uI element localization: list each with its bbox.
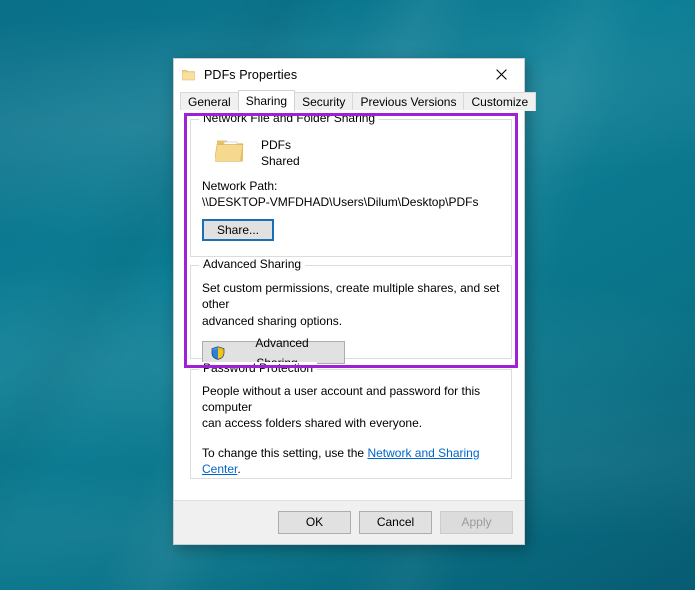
groupbox-content: People without a user account and passwo…: [190, 369, 512, 479]
network-path-label: Network Path:: [202, 179, 278, 193]
network-path-value: \\DESKTOP-VMFDHAD\Users\Dilum\Desktop\PD…: [202, 195, 479, 209]
advanced-sharing-group: Advanced Sharing Set custom permissions,…: [190, 258, 512, 370]
ok-button[interactable]: OK: [278, 511, 351, 534]
shared-folder-row: PDFs Shared: [202, 135, 500, 169]
password-protection-line1: People without a user account and passwo…: [202, 384, 481, 414]
share-info: PDFs Shared: [261, 135, 300, 169]
pdf-folder-icon: [213, 135, 245, 165]
network-file-and-folder-sharing-group: Network File and Folder Sharing PDFs Sha…: [190, 112, 512, 257]
cancel-button[interactable]: Cancel: [359, 511, 432, 534]
share-status: Shared: [261, 154, 300, 168]
password-protection-line3: To change this setting, use the Network …: [202, 445, 500, 477]
properties-dialog: PDFs Properties General Sharing Security…: [173, 58, 537, 545]
tab-general[interactable]: General: [180, 92, 239, 111]
password-protection-line3-prefix: To change this setting, use the: [202, 446, 368, 460]
groupbox-content: PDFs Shared Network Path: \\DESKTOP-VMFD…: [190, 119, 512, 257]
shared-folder-name: PDFs: [261, 138, 291, 152]
uac-shield-icon: [211, 345, 225, 360]
window-title: PDFs Properties: [204, 67, 298, 82]
tab-previous-versions[interactable]: Previous Versions: [352, 92, 465, 111]
apply-button: Apply: [440, 511, 513, 534]
sharing-tab-panel: Network File and Folder Sharing PDFs Sha…: [174, 111, 524, 500]
tab-security[interactable]: Security: [294, 92, 354, 111]
tab-customize[interactable]: Customize: [463, 92, 537, 111]
tab-strip: General Sharing Security Previous Versio…: [174, 90, 537, 111]
dialog-footer: OK Cancel Apply: [174, 500, 524, 544]
share-button[interactable]: Share...: [202, 219, 274, 241]
folder-icon: [182, 69, 195, 81]
tab-sharing[interactable]: Sharing: [237, 90, 296, 111]
advanced-sharing-description-line2: advanced sharing options.: [202, 314, 343, 328]
close-icon[interactable]: [479, 59, 524, 90]
groupbox-content: Set custom permissions, create multiple …: [190, 265, 512, 370]
advanced-sharing-description-line1: Set custom permissions, create multiple …: [202, 281, 500, 311]
title-bar: PDFs Properties: [174, 59, 524, 90]
password-protection-line2: can access folders shared with everyone.: [202, 416, 423, 430]
password-protection-group: Password Protection People without a use…: [190, 362, 512, 479]
password-protection-line3-suffix: .: [237, 462, 241, 476]
